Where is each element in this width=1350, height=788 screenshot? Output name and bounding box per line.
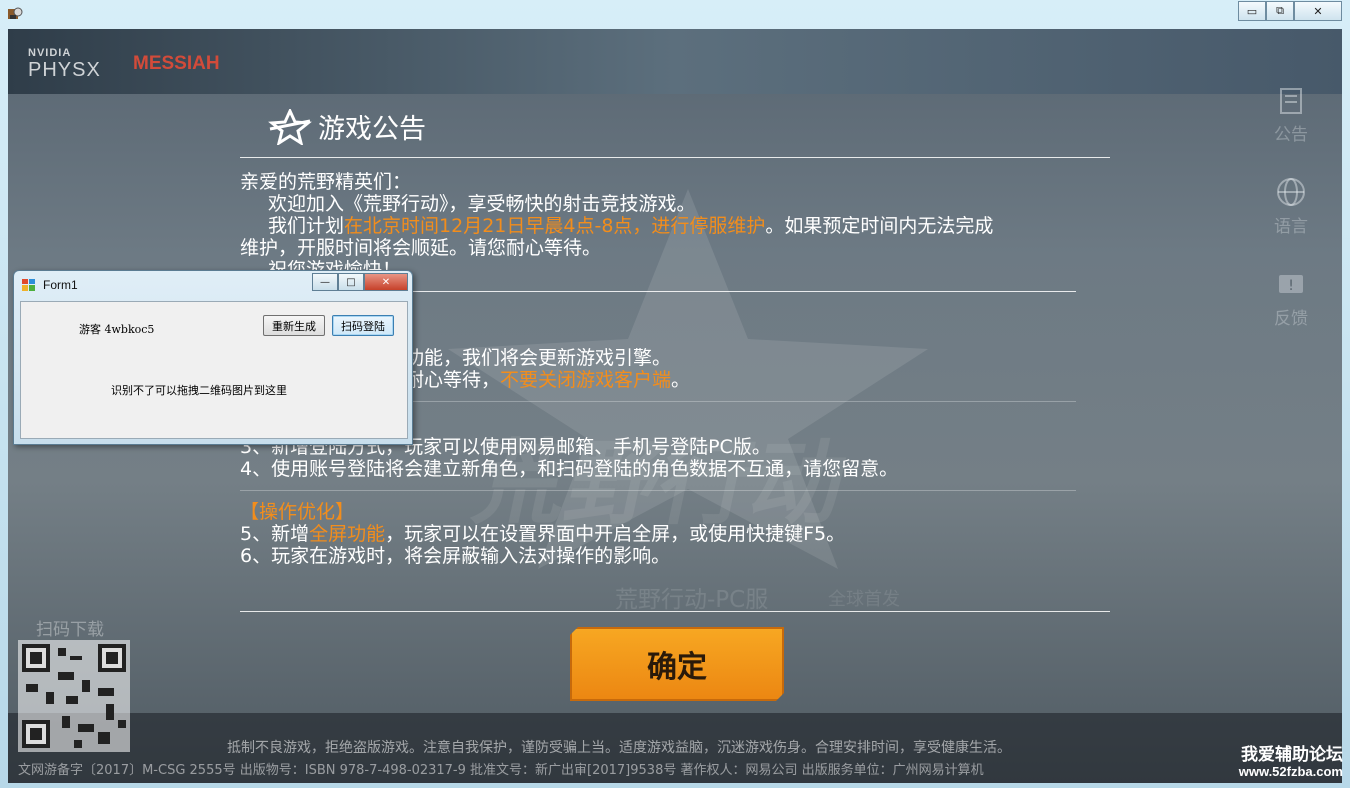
scan-login-button[interactable]: 扫码登陆	[332, 315, 394, 336]
guest-prefix: 游客	[79, 323, 101, 336]
confirm-button[interactable]: 确定	[570, 627, 784, 701]
license-info: 文网游备字〔2017〕M-CSG 2555号 出版物号：ISBN 978-7-4…	[18, 763, 984, 778]
form-title: Form1	[43, 278, 78, 292]
notice-item2: 耐心等待，不要关闭游戏客户端。	[405, 369, 690, 392]
window-controls: ▭ ⧉ ✕	[1238, 1, 1342, 21]
form-close-button[interactable]: ✕	[364, 273, 408, 291]
plan-prefix: 我们计划	[268, 215, 345, 237]
notice-header: 游戏公告	[268, 107, 426, 146]
announcement-icon	[1280, 88, 1302, 114]
messiah-logo: MESSIAH	[133, 53, 220, 74]
divider	[240, 611, 1110, 612]
divider	[240, 490, 1076, 491]
side-menu-label: 公告	[1274, 125, 1308, 145]
restore-button[interactable]: ⧉	[1266, 1, 1294, 21]
notice-item5: 5、新增全屏功能，玩家可以在设置界面中开启全屏，或使用快捷键F5。	[240, 523, 845, 546]
notice-title: 游戏公告	[318, 114, 426, 145]
minimize-button[interactable]: ▭	[1238, 1, 1266, 21]
divider	[413, 401, 1076, 402]
notice-greeting: 亲爱的荒野精英们：	[240, 171, 412, 193]
notice-plan-line2: 维护，开服时间将会顺延。请您耐心等待。	[240, 237, 602, 259]
close-button[interactable]: ✕	[1294, 1, 1342, 21]
form-body: 游客 4wbkoc5 重新生成 扫码登陆 识别不了可以拖拽二维码图片到这里	[20, 301, 408, 439]
plan-highlight: 在北京时间12月21日早晨4点-8点，进行停服维护	[344, 215, 766, 237]
notice-item1-tail: 功能，我们将会更新游戏引擎。	[405, 347, 672, 369]
watermark-title: 我爱辅助论坛	[1241, 745, 1343, 765]
health-notice: 抵制不良游戏，拒绝盗版游戏。注意自我保护，谨防受骗上当。适度游戏益脑，沉迷游戏伤…	[227, 740, 1011, 756]
form-app-icon	[22, 279, 35, 291]
background-subtitle: 荒野行动-PC服	[615, 587, 769, 613]
item2-tail: 耐心等待，	[405, 369, 501, 391]
section-optimize: 【操作优化】	[240, 501, 355, 523]
notice-item6: 6、玩家在游戏时，将会屏蔽输入法对操作的影响。	[240, 545, 671, 567]
feedback-icon: !	[1279, 275, 1303, 294]
notice-item4: 4、使用账号登陆将会建立新角色，和扫码登陆的角色数据不互通，请您留意。	[240, 458, 899, 480]
item5-highlight: 全屏功能	[309, 523, 386, 545]
side-menu-announcement[interactable]: 公告	[1271, 87, 1311, 145]
drop-qr-hint: 识别不了可以拖拽二维码图片到这里	[111, 384, 287, 397]
svg-text:!: !	[1288, 278, 1294, 294]
app-icon	[8, 7, 23, 19]
notice-plan: 我们计划在北京时间12月21日早晨4点-8点，进行停服维护。如果预定时间内无法完…	[268, 215, 993, 238]
guest-code: 4wbkoc5	[104, 323, 155, 336]
item5-prefix: 5、新增	[240, 523, 310, 545]
side-menu-label: 语言	[1274, 217, 1308, 237]
side-menu-language[interactable]: 语言	[1271, 177, 1311, 237]
background-subtitle-2: 全球首发	[828, 589, 900, 610]
star-logo-icon	[268, 108, 312, 145]
form-maximize-button[interactable]: □	[338, 273, 364, 291]
app-window: ▭ ⧉ ✕ NVIDIA PHYSX MESSIAH 荒野行动 荒野行动-PC服…	[0, 0, 1350, 788]
qr-download-label: 扫码下载	[36, 620, 104, 640]
item5-suffix: ，玩家可以在设置界面中开启全屏，或使用快捷键F5。	[385, 523, 846, 545]
form1-window: Form1 — □ ✕ 游客 4wbkoc5 重新生成 扫码登陆 识别不了可以拖…	[13, 270, 413, 445]
side-menu-feedback[interactable]: ! 反馈	[1271, 273, 1311, 329]
physx-label: PHYSX	[28, 59, 101, 81]
qr-code	[18, 640, 130, 752]
notice-welcome: 欢迎加入《荒野行动》，享受畅快的射击竞技游戏。	[268, 193, 696, 215]
side-menu-label: 反馈	[1274, 309, 1308, 329]
globe-icon	[1277, 178, 1305, 206]
form-window-controls: — □ ✕	[312, 273, 408, 291]
nvidia-physx-logo: NVIDIA PHYSX	[28, 47, 101, 82]
nvidia-label: NVIDIA	[28, 47, 72, 59]
guest-label: 游客 4wbkoc5	[79, 321, 154, 337]
form-minimize-button[interactable]: —	[312, 273, 338, 291]
item2-end: 。	[671, 369, 691, 391]
divider	[240, 157, 1110, 158]
watermark-url: www.52fzba.com	[1238, 764, 1343, 779]
plan-suffix: 。如果预定时间内无法完成	[765, 215, 994, 237]
item2-highlight: 不要关闭游戏客户端	[500, 369, 672, 391]
regenerate-button[interactable]: 重新生成	[263, 315, 325, 336]
